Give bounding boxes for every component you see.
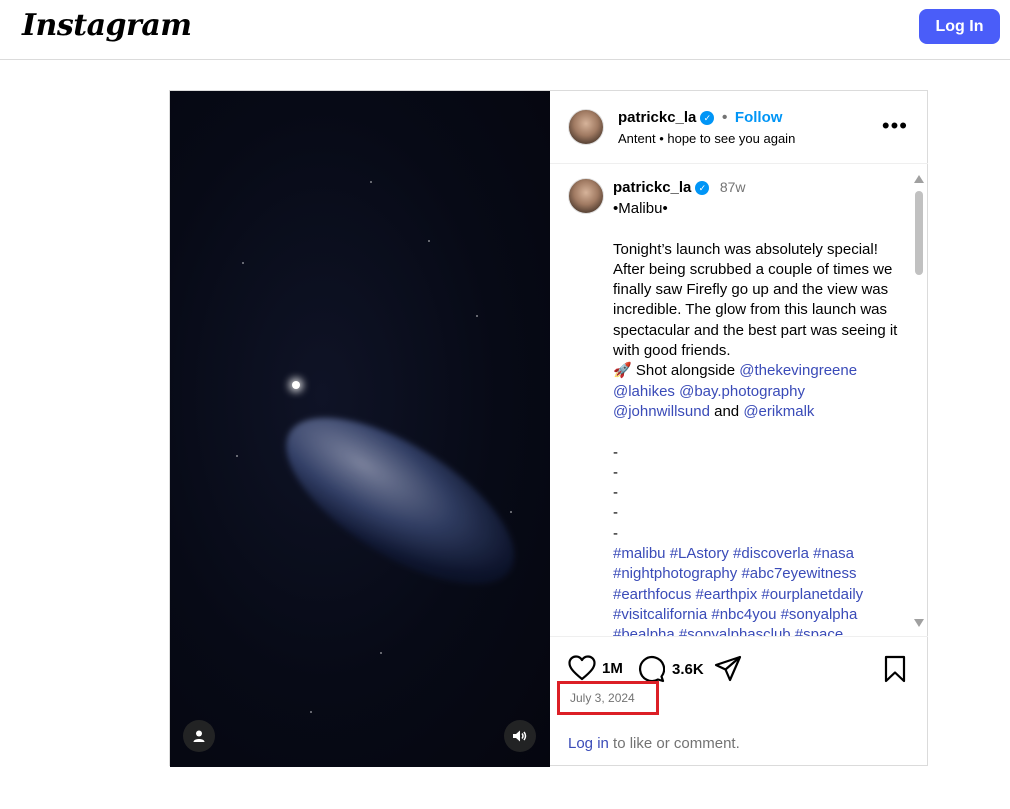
star — [476, 315, 478, 317]
caption-shot-prefix: 🚀 Shot alongside — [613, 362, 740, 380]
caption-paragraph: Tonight’s launch was absolutely special!… — [613, 240, 902, 360]
star — [428, 240, 430, 242]
caption-header-row: patrickc_la ✓ 87w — [613, 179, 746, 197]
mention-link[interactable]: @lahikes — [613, 383, 675, 400]
mention-link[interactable]: @erikmalk — [743, 403, 814, 420]
hashtags[interactable]: #malibu #LAstory #discoverla #nasa #nigh… — [613, 545, 867, 636]
scroll-thumb[interactable] — [915, 191, 923, 275]
mention-link[interactable]: @bay.photography — [679, 383, 805, 400]
follow-button[interactable]: Follow — [735, 109, 783, 126]
post-media-image[interactable] — [170, 91, 550, 767]
star — [510, 511, 512, 513]
post-container: patrickc_la ✓ • Follow Antent • hope to s… — [169, 90, 928, 767]
post-header: patrickc_la ✓ • Follow Antent • hope to s… — [550, 91, 928, 164]
bookmark-icon[interactable] — [883, 655, 907, 683]
scroll-up-arrow-icon[interactable] — [914, 175, 924, 183]
caption-and: and — [709, 402, 744, 420]
mention-link[interactable]: @johnwillsund — [613, 403, 710, 420]
dash-line: - — [613, 484, 618, 502]
post-age: 87w — [719, 179, 746, 195]
login-prompt-suffix: to like or comment. — [608, 735, 740, 752]
star — [242, 262, 244, 264]
audio-subtitle[interactable]: Antent • hope to see you again — [618, 131, 795, 146]
instagram-logo[interactable]: Instagram — [22, 8, 192, 43]
speaker-icon[interactable] — [504, 720, 536, 752]
rocket-light — [292, 381, 300, 389]
separator-dot: • — [721, 109, 728, 126]
username-link[interactable]: patrickc_la — [618, 109, 696, 126]
user-tag-icon[interactable] — [183, 720, 215, 752]
like-group: 1M — [568, 655, 623, 681]
avatar[interactable] — [568, 109, 604, 145]
login-prompt: Log in to like or comment. — [568, 735, 740, 752]
likes-count[interactable]: 1M — [602, 660, 623, 677]
star — [236, 455, 238, 457]
login-button[interactable]: Log In — [919, 9, 1000, 44]
verified-badge-icon: ✓ — [700, 110, 715, 125]
dash-line: - — [613, 443, 618, 461]
star — [370, 181, 372, 183]
avatar[interactable] — [568, 178, 604, 214]
comment-icon[interactable] — [637, 655, 665, 683]
post-date-text: July 3, 2024 — [570, 691, 635, 705]
caption-text: •Malibu• Tonight’s launch was absolutely… — [613, 199, 903, 636]
more-options-icon[interactable]: ••• — [882, 113, 908, 139]
dash-line: - — [613, 463, 618, 481]
top-navigation-bar: Instagram Log In — [0, 0, 1010, 60]
post-date[interactable]: July 3, 2024 — [557, 681, 659, 715]
dash-line: - — [613, 524, 618, 542]
star — [310, 711, 312, 713]
dash-line: - — [613, 504, 618, 522]
heart-icon[interactable] — [568, 655, 596, 681]
header-name-row: patrickc_la ✓ • Follow — [618, 109, 782, 127]
caption-username-link[interactable]: patrickc_la — [613, 179, 691, 196]
post-details-panel: patrickc_la ✓ • Follow Antent • hope to s… — [550, 91, 928, 767]
comments-count[interactable]: 3.6K — [672, 661, 704, 678]
scroll-down-arrow-icon[interactable] — [914, 619, 924, 627]
comment-group: 3.6K — [637, 655, 704, 683]
caption-area[interactable]: patrickc_la ✓ 87w •Malibu• Tonight’s laun… — [550, 165, 928, 637]
caption-location: •Malibu• — [613, 200, 668, 217]
verified-badge-icon: ✓ — [695, 180, 710, 195]
launch-plume — [260, 385, 540, 617]
share-icon[interactable] — [714, 655, 742, 683]
post-actions: 1M 3.6K July 3, 2024 Log in to like or c… — [550, 638, 928, 767]
mention-link[interactable]: @thekevingreene — [739, 362, 857, 379]
caption-scrollbar[interactable] — [912, 171, 926, 631]
star — [380, 652, 382, 654]
login-link[interactable]: Log in — [568, 735, 609, 752]
